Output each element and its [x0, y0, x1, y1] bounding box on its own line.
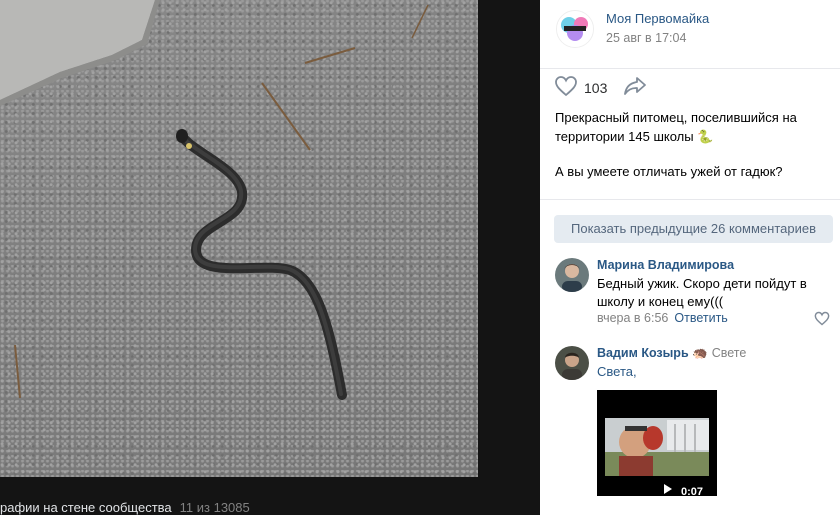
comment-text: Бедный ужик. Скоро дети пойдут в школу и… — [597, 276, 807, 309]
video-attachment[interactable]: 0:07 — [597, 390, 717, 496]
caption-text: рафии на стене сообщества — [0, 500, 172, 515]
comment-author-name[interactable]: Вадим Козырь — [597, 346, 689, 360]
photo-viewer: рафии на стене сообщества 11 из 13085 — [0, 0, 540, 515]
comment-author[interactable]: Марина Владимирова — [597, 258, 734, 272]
share-button[interactable] — [623, 75, 647, 102]
comment-item: Марина Владимирова Бедный ужик. Скоро де… — [540, 258, 840, 330]
comment-text: Света, — [597, 363, 832, 381]
like-count: 103 — [584, 80, 608, 96]
heart-icon — [554, 75, 578, 102]
comment-time[interactable]: вчера в 6:56 — [597, 311, 668, 325]
post-text-line2: А вы умеете отличать ужей от гадюк? — [555, 164, 783, 179]
photo-caption: рафии на стене сообщества 11 из 13085 — [0, 500, 250, 515]
like-button[interactable]: 103 — [554, 75, 607, 102]
post-text: Прекрасный питомец, поселившийся на терр… — [555, 108, 831, 181]
divider — [540, 199, 840, 200]
snake-emoji-icon: 🐍 — [697, 129, 714, 144]
post-actions: 103 — [554, 75, 647, 102]
heart-icon — [814, 311, 830, 330]
play-icon — [664, 484, 672, 494]
post-text-line1: Прекрасный питомец, поселившийся на терр… — [555, 110, 797, 144]
reply-button[interactable]: Ответить — [674, 311, 727, 325]
hedgehog-emoji-icon: 🦔 — [692, 346, 708, 360]
addressee-link[interactable]: Света, — [597, 364, 637, 379]
avatar[interactable] — [555, 258, 589, 292]
photo-counter: 11 из 13085 — [179, 500, 250, 515]
snake-photo[interactable] — [0, 0, 478, 477]
share-arrow-icon — [623, 75, 647, 102]
comment-meta: вчера в 6:56 Ответить — [597, 311, 728, 325]
show-previous-comments-button[interactable]: Показать предыдущие 26 комментариев — [554, 215, 833, 243]
post-sidebar: Моя Первомайка 25 авг в 17:04 103 Прекра… — [540, 0, 840, 515]
video-duration: 0:07 — [680, 486, 703, 496]
group-name-link[interactable]: Моя Первомайка — [606, 11, 709, 26]
comment-like-button[interactable] — [814, 311, 830, 331]
group-avatar[interactable] — [556, 10, 594, 48]
comment-item: Вадим Козырь 🦔 Свете Света, 0:07 — [540, 346, 840, 506]
post-date[interactable]: 25 авг в 17:04 — [606, 31, 686, 45]
post-header: Моя Первомайка 25 авг в 17:04 — [540, 0, 840, 69]
comment-author: Вадим Козырь 🦔 Свете — [597, 346, 746, 361]
reply-to-name[interactable]: Свете — [712, 346, 747, 360]
avatar[interactable] — [555, 346, 589, 380]
